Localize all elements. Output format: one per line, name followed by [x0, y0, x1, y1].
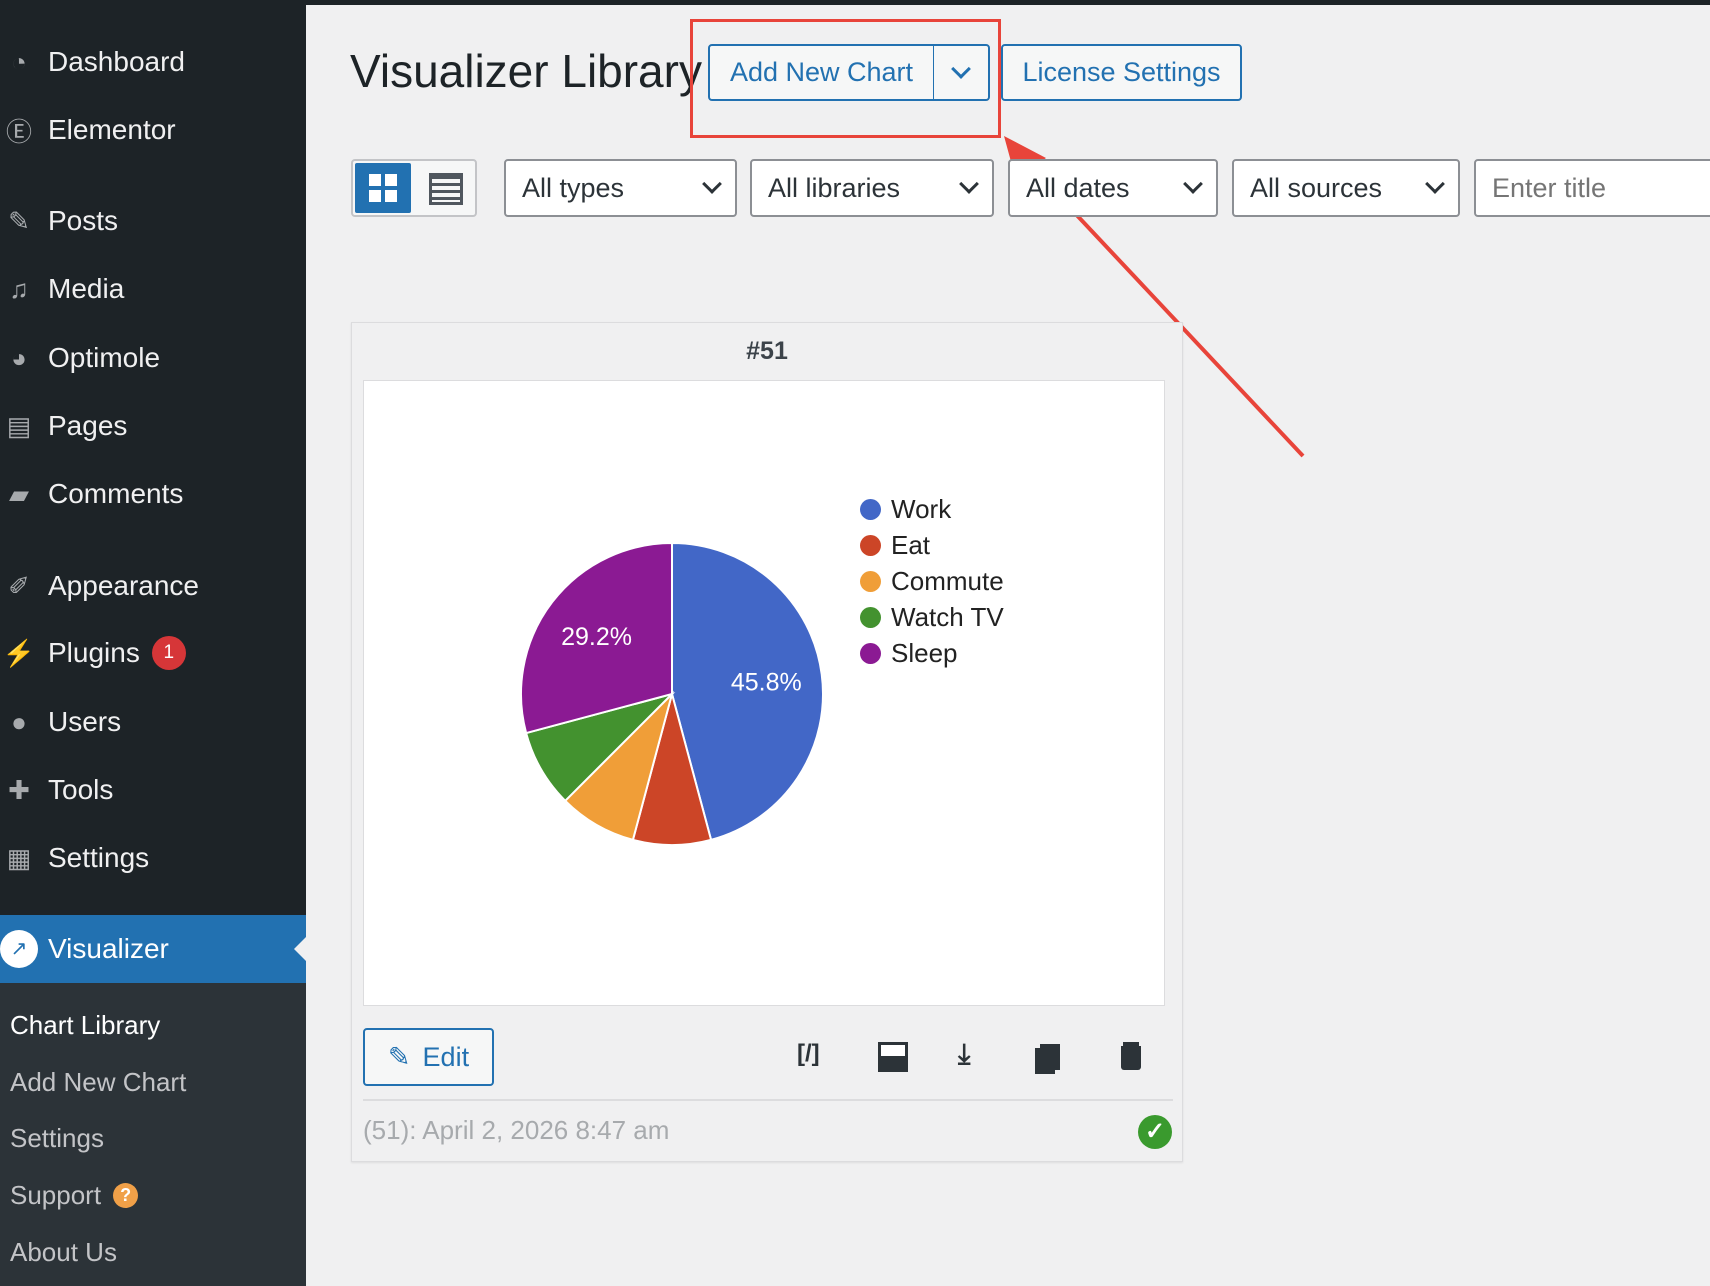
- legend-swatch: [860, 535, 881, 556]
- legend-label: Work: [891, 494, 952, 524]
- slice-label: 29.2%: [561, 623, 632, 651]
- legend-item[interactable]: Watch TV: [860, 602, 1004, 633]
- legend-swatch: [860, 607, 881, 628]
- legend-item[interactable]: Commute: [860, 566, 1004, 597]
- slice-label: 45.8%: [731, 669, 802, 697]
- legend-item[interactable]: Eat: [860, 530, 930, 561]
- pie-chart: 45.8% 29.2%: [520, 541, 824, 846]
- legend-item[interactable]: Sleep: [860, 638, 958, 669]
- legend-label: Eat: [891, 530, 931, 560]
- legend-swatch: [860, 571, 881, 592]
- legend-label: Commute: [891, 566, 1004, 596]
- legend-swatch: [860, 643, 881, 664]
- legend-label: Watch TV: [891, 602, 1004, 632]
- legend-swatch: [860, 499, 881, 520]
- legend-label: Sleep: [891, 638, 958, 668]
- legend-item[interactable]: Work: [860, 494, 951, 525]
